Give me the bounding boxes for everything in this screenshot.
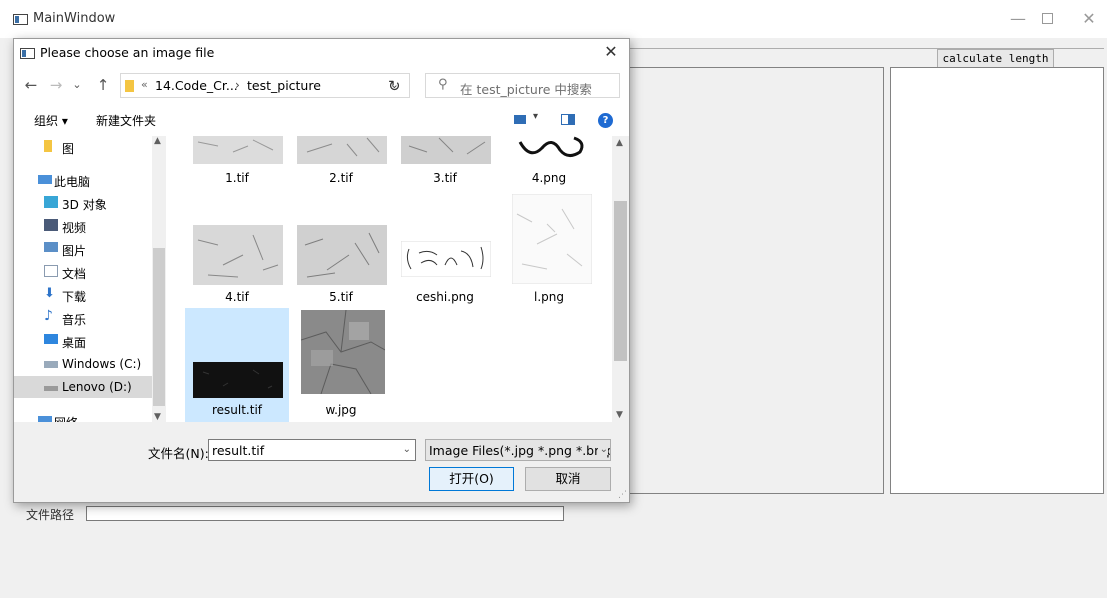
image-thumbnail [301,310,385,394]
pictures-icon [44,242,58,252]
file-list: 1.tif 2.tif 3.tif 4.png 4.tif 5.tif cesh… [167,136,613,422]
new-folder-button[interactable]: 新建文件夹 [96,112,156,129]
main-titlebar: MainWindow — ✕ [0,0,1107,38]
drive-icon [44,361,58,368]
help-icon[interactable]: ? [598,113,613,128]
file-item[interactable]: w.jpg [289,308,393,422]
image-thumbnail [297,225,387,285]
preview-pane-icon[interactable] [561,114,575,125]
computer-icon [38,175,52,184]
address-overflow[interactable]: « [141,78,148,91]
tree-item-pictures[interactable]: 图片 [14,238,154,260]
tree-item-network[interactable]: 网络 [14,410,154,422]
search-placeholder: 在 test_picture 中搜索 [460,82,592,97]
recent-locations-button[interactable]: ⌄ [68,75,86,95]
tree-item-music[interactable]: ♪ 音乐 [14,307,154,329]
tree-item-3d-objects[interactable]: 3D 对象 [14,192,154,214]
image-thumbnail [297,136,387,164]
tree-item-desktop[interactable]: 桌面 [14,330,154,352]
up-button[interactable]: ↑ [94,75,112,95]
maximize-icon [1041,13,1053,24]
dialog-title: Please choose an image file [40,45,215,60]
breadcrumb-separator-icon: › [235,78,240,92]
main-window-title: MainWindow [33,11,116,26]
cancel-button[interactable]: 取消 [525,467,611,491]
breadcrumb-test-picture[interactable]: test_picture [247,78,321,93]
download-icon: ⬇ [44,286,55,301]
file-item-selected[interactable]: result.tif [185,308,289,422]
filename-input[interactable]: result.tif ⌄ [208,439,416,461]
tree-item-documents[interactable]: 文档 [14,261,154,283]
forward-button[interactable]: → [47,75,65,95]
scroll-down-icon[interactable]: ▼ [616,410,623,420]
image-thumbnail [401,136,491,164]
breadcrumb-code[interactable]: 14.Code_Cr... [155,78,238,93]
open-button[interactable]: 打开(O) [429,467,514,491]
image-thumbnail [401,241,491,277]
maximize-button[interactable] [1032,8,1062,30]
tree-item-windows-c[interactable]: Windows (C:) [14,353,154,375]
music-icon: ♪ [44,308,53,324]
tree-scroll-thumb[interactable] [153,248,165,406]
file-list-scrollbar[interactable]: ▲ ▼ [612,136,629,422]
video-icon [44,219,58,231]
scroll-up-icon[interactable]: ▲ [154,136,161,146]
scroll-up-icon[interactable]: ▲ [616,138,623,148]
folder-icon [125,80,134,92]
filename-label: 文件名(N): [148,446,209,461]
navigation-tree: 图 此电脑 3D 对象 视频 图片 文档 ⬇ 下载 ♪ 音乐 桌面 Window… [14,136,166,422]
address-bar[interactable]: « 14.Code_Cr... › test_picture ⌄ [120,73,410,98]
tree-item-videos[interactable]: 视频 [14,215,154,237]
documents-icon [44,265,58,277]
open-file-dialog: Please choose an image file ✕ ← → ⌄ ↑ « … [13,38,630,503]
tree-item-folder[interactable]: 图 [14,136,154,158]
file-item[interactable]: 1.tif [185,136,289,212]
resize-grip-icon[interactable]: ⋰ [618,490,627,500]
image-thumbnail [193,136,283,164]
file-type-value: Image Files(*.jpg *.png *.bmp [429,443,611,458]
file-path-label: 文件路径 [26,508,75,522]
file-item[interactable]: 3.tif [393,136,497,212]
tree-item-lenovo-d[interactable]: Lenovo (D:) [14,376,154,398]
tab-calculate-length[interactable]: calculate length [937,49,1054,68]
drive-icon [44,386,58,391]
image-thumbnail [512,194,592,284]
dialog-close-button[interactable]: ✕ [601,42,621,62]
app-icon [13,14,28,25]
close-button[interactable]: ✕ [1074,8,1104,30]
chevron-down-icon[interactable]: ⌄ [403,444,411,455]
folder-icon [44,140,52,152]
file-type-select[interactable]: Image Files(*.jpg *.png *.bmp ⌄ [425,439,611,461]
view-mode-dropdown-icon[interactable]: ▾ [533,111,538,122]
tree-item-this-pc[interactable]: 此电脑 [14,169,154,191]
file-path-input[interactable] [86,506,564,521]
image-thumbnail [193,362,283,398]
minimize-button[interactable]: — [1003,8,1033,30]
back-button[interactable]: ← [22,75,40,95]
dialog-app-icon [20,48,35,59]
refresh-button[interactable]: ↻ [388,77,401,95]
tree-item-downloads[interactable]: ⬇ 下载 [14,284,154,306]
file-item[interactable]: l.png [497,194,601,340]
image-thumbnail [512,136,588,164]
3d-objects-icon [44,196,58,208]
view-mode-icon[interactable] [514,115,526,124]
organize-button[interactable]: 组织 ▾ [34,112,68,129]
file-item[interactable]: ceshi.png [393,224,497,340]
filename-value: result.tif [212,443,265,458]
search-icon: ⚲ [438,77,448,92]
tree-scrollbar[interactable]: ▲ ▼ [152,136,166,422]
chevron-down-icon: ⌄ [597,444,608,455]
file-item[interactable]: 2.tif [289,136,393,212]
desktop-icon [44,334,58,344]
file-list-scroll-thumb[interactable] [614,201,627,361]
result-panel [890,67,1104,494]
search-input[interactable]: ⚲ 在 test_picture 中搜索 [425,73,620,98]
scroll-down-icon[interactable]: ▼ [154,412,161,422]
image-thumbnail [193,225,283,285]
dialog-titlebar: Please choose an image file ✕ [14,39,629,67]
